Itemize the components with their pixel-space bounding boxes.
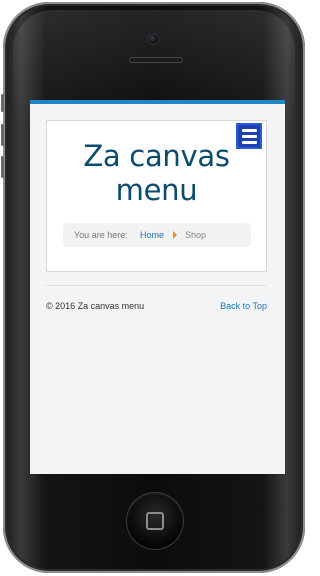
earpiece-speaker	[129, 57, 183, 63]
footer-divider	[46, 285, 267, 286]
silent-switch	[1, 94, 4, 112]
front-camera-icon	[148, 34, 158, 44]
phone-screen: Za canvas menu You are here: Home Shop ©…	[30, 100, 285, 474]
home-button[interactable]	[127, 493, 183, 549]
triangle-right-icon	[173, 231, 177, 239]
breadcrumb-home-link[interactable]: Home	[140, 223, 164, 247]
breadcrumb: You are here: Home Shop	[63, 223, 251, 247]
breadcrumb-prefix: You are here:	[74, 230, 128, 240]
volume-up-button	[1, 124, 4, 146]
hamburger-line	[241, 134, 257, 138]
header-card: Za canvas menu You are here: Home Shop	[46, 120, 267, 272]
site-title[interactable]: Za canvas menu	[47, 139, 266, 207]
breadcrumb-current: Shop	[185, 230, 207, 240]
hamburger-menu-icon	[241, 128, 257, 132]
accent-topbar	[30, 100, 285, 104]
footer-copyright: © 2016 Za canvas menu	[46, 301, 145, 311]
back-to-top-link[interactable]: Back to Top	[220, 301, 267, 311]
home-square-icon	[146, 512, 164, 530]
volume-down-button	[1, 156, 4, 178]
